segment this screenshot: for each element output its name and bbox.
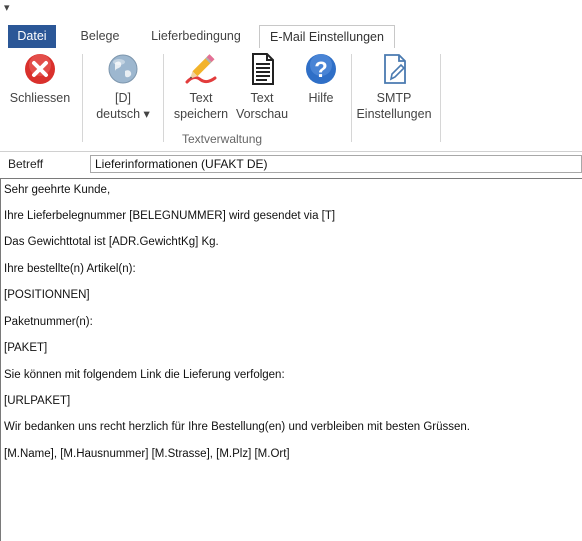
smtp-line1: SMTP: [376, 91, 412, 105]
help-button-label: Hilfe: [308, 91, 334, 105]
quick-access-toolbar: ▾: [0, 0, 582, 20]
body-line: Sie können mit folgendem Link die Liefer…: [4, 369, 285, 381]
language-name: deutsch ▾: [96, 107, 150, 121]
svg-text:?: ?: [314, 57, 327, 82]
subject-input[interactable]: [90, 155, 582, 173]
save-text-button[interactable]: Text speichern: [170, 52, 232, 122]
ribbon-separator: [163, 54, 164, 142]
quick-access-dropdown-icon[interactable]: ▾: [4, 1, 10, 14]
smtp-settings-button[interactable]: SMTP Einstellungen: [354, 52, 434, 122]
preview-text-line1: Text: [250, 91, 274, 105]
save-text-line1: Text: [189, 91, 213, 105]
close-button-label: Schliessen: [9, 91, 71, 105]
settings-document-icon: [384, 54, 406, 84]
close-icon: [25, 54, 55, 84]
body-line: Wir bedanken uns recht herzlich für Ihre…: [4, 421, 470, 433]
body-line: [URLPAKET]: [4, 395, 71, 407]
body-line: Ihre bestellte(n) Artikel(n):: [4, 263, 136, 275]
body-line: [POSITIONNEN]: [4, 289, 90, 301]
language-code: [D]: [115, 91, 131, 105]
body-line: Ihre Lieferbelegnummer [BELEGNUMMER] wir…: [4, 210, 336, 222]
help-button[interactable]: ? Hilfe: [296, 52, 346, 106]
body-line: [PAKET]: [4, 342, 48, 354]
close-button[interactable]: Schliessen: [4, 52, 76, 106]
ribbon-separator: [82, 54, 83, 142]
body-line: Paketnummer(n):: [4, 316, 93, 328]
smtp-line2: Einstellungen: [356, 107, 432, 121]
body-line: Sehr geehrte Kunde,: [4, 184, 111, 196]
help-icon: ?: [306, 54, 336, 84]
ribbon-panel: Schliessen [D] deutsch ▾ Text speichern …: [0, 48, 582, 152]
subject-row: Betreff: [0, 155, 582, 175]
preview-text-button[interactable]: Text Vorschau: [234, 52, 290, 122]
group-label-textverwaltung: Textverwaltung: [182, 132, 263, 146]
document-icon: [252, 53, 274, 85]
ribbon-separator: [440, 54, 441, 142]
body-line: [M.Name], [M.Hausnummer] [M.Strasse], [M…: [4, 448, 290, 460]
ribbon-tabs: Datei Belege Lieferbedingung E-Mail Eins…: [0, 25, 582, 50]
email-body-editor[interactable]: Sehr geehrte Kunde, Ihre Lieferbelegnumm…: [0, 178, 582, 541]
save-text-line2: speichern: [173, 107, 229, 121]
tab-email-einstellungen[interactable]: E-Mail Einstellungen: [259, 25, 395, 50]
preview-text-line2: Vorschau: [235, 107, 289, 121]
body-line: Das Gewichttotal ist [ADR.GewichtKg] Kg.: [4, 236, 219, 248]
pencil-edit-icon: [185, 54, 217, 84]
tab-lieferbedingung[interactable]: Lieferbedingung: [140, 25, 252, 48]
globe-icon: [108, 54, 138, 84]
subject-label: Betreff: [8, 157, 44, 171]
ribbon-separator: [351, 54, 352, 142]
tab-belege[interactable]: Belege: [72, 25, 128, 48]
tab-datei[interactable]: Datei: [8, 25, 56, 48]
language-dropdown-button[interactable]: [D] deutsch ▾: [90, 52, 156, 122]
